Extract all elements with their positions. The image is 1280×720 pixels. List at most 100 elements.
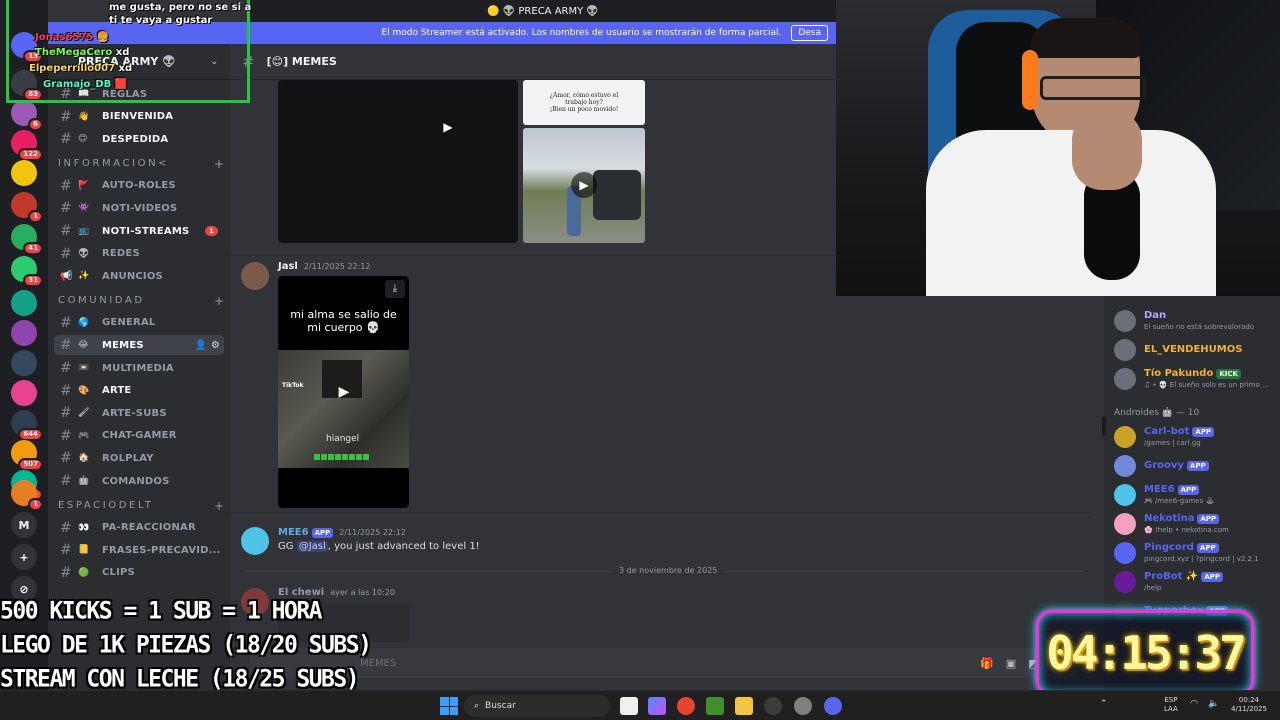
channel-item[interactable]: # 🚩 AUTO-ROLES bbox=[54, 176, 224, 196]
member-item[interactable]: Groovy APP bbox=[1114, 453, 1278, 479]
app-badge: APP bbox=[1196, 543, 1219, 553]
server-icon[interactable]: + bbox=[11, 544, 37, 570]
plus-icon[interactable]: + bbox=[214, 499, 224, 513]
channel-item[interactable]: # 🎨 ARTE bbox=[54, 381, 224, 401]
settings-icon[interactable] bbox=[764, 697, 782, 715]
server-icon[interactable]: 1 bbox=[11, 480, 43, 511]
channel-item[interactable]: # 👋 BIENVENIDA bbox=[54, 107, 224, 127]
avatar[interactable] bbox=[241, 527, 269, 555]
copilot-icon[interactable] bbox=[648, 697, 666, 715]
channel-item[interactable]: # 👾 NOTI-VIDEOS bbox=[54, 198, 224, 218]
channel-item[interactable]: # 📺 NOTI-STREAMS 1 bbox=[54, 221, 224, 241]
channel-item[interactable]: # 🌎 GENERAL bbox=[54, 313, 224, 333]
scrollbar-thumb[interactable] bbox=[1102, 416, 1106, 436]
task-view-icon[interactable] bbox=[620, 697, 638, 715]
channel-item[interactable]: # 🤖 COMANDOS bbox=[54, 471, 224, 491]
hash-icon: # bbox=[60, 427, 72, 444]
server-icon[interactable] bbox=[11, 290, 37, 316]
category-label: INFORMACION< bbox=[58, 158, 170, 170]
channel-item[interactable]: # 👽 REDES bbox=[54, 244, 224, 264]
channel-emoji: 👽 bbox=[78, 248, 90, 259]
tiktok-video-attachment[interactable]: ⤓ mi alma se salio de mi cuerpo 💀 TikTok… bbox=[278, 276, 409, 508]
server-icon[interactable] bbox=[11, 160, 37, 186]
server-icon[interactable] bbox=[11, 320, 37, 346]
channel-name: NOTI-VIDEOS bbox=[102, 202, 178, 214]
play-icon[interactable]: ▶ bbox=[571, 172, 597, 198]
overlay-chat-line: me gusta, pero no se si a bbox=[109, 2, 251, 13]
channel-item[interactable]: # 😂 MEMES 👤 ⚙ bbox=[54, 335, 224, 356]
avatar[interactable] bbox=[241, 262, 269, 290]
channel-name: ARTE-SUBS bbox=[102, 407, 167, 419]
channel-emoji: 👀 bbox=[78, 522, 90, 533]
member-item[interactable]: Tío Pakundo KICK ♫ • 💀 El sueño solo es un… bbox=[1114, 366, 1278, 392]
plus-icon[interactable]: + bbox=[214, 294, 224, 308]
channel-item[interactable]: # 😊 DESPEDIDA bbox=[54, 129, 224, 149]
user-mention[interactable]: @Jasl bbox=[296, 541, 328, 552]
plus-icon[interactable]: + bbox=[214, 157, 224, 171]
server-icon[interactable]: 507 bbox=[11, 440, 43, 471]
disable-streamer-mode-button[interactable]: Desa bbox=[791, 25, 828, 41]
member-item[interactable]: ProBot ✨ APP/help bbox=[1114, 569, 1278, 595]
channel-category[interactable]: COMUNIDAD + bbox=[58, 293, 224, 309]
download-icon[interactable]: ⤓ bbox=[385, 280, 405, 298]
channel-item[interactable]: # 🟢 CLIPS bbox=[54, 563, 224, 583]
channel-item[interactable]: # 👀 PA-REACCIONAR bbox=[54, 518, 224, 538]
obs-icon[interactable] bbox=[794, 697, 812, 715]
server-icon[interactable]: 6 bbox=[11, 100, 43, 131]
server-icon[interactable]: 644 bbox=[11, 410, 43, 441]
server-icon[interactable]: 122 bbox=[11, 130, 43, 161]
discord-icon[interactable] bbox=[824, 697, 842, 715]
app-badge: APP bbox=[1186, 461, 1209, 471]
overlay-chat-text: xd bbox=[118, 63, 133, 74]
server-icon[interactable]: 41 bbox=[11, 224, 43, 255]
server-icon[interactable] bbox=[11, 380, 37, 406]
play-icon[interactable]: ▶ bbox=[435, 114, 461, 140]
member-name: Nekotina APP bbox=[1144, 513, 1220, 524]
overlay-chat-line: ti te vaya a gustar bbox=[109, 15, 212, 26]
file-explorer-icon[interactable] bbox=[735, 697, 753, 715]
tray-chevron-icon[interactable]: ⌃ bbox=[1100, 700, 1108, 709]
channel-category[interactable]: ESPACIODELT + bbox=[58, 498, 224, 514]
minecraft-scene bbox=[278, 350, 409, 468]
channel-item[interactable]: 📢 ✨ ANUNCIOS bbox=[54, 266, 224, 286]
channel-category[interactable]: INFORMACION< + bbox=[58, 156, 224, 172]
member-item[interactable]: Carl-bot APP/games | carl.gg bbox=[1114, 424, 1278, 450]
glasses bbox=[1040, 76, 1146, 100]
channel-item[interactable]: # 📼 MULTIMEDIA bbox=[54, 358, 224, 378]
minecraft-icon[interactable] bbox=[706, 697, 724, 715]
video-attachment[interactable]: ▶ bbox=[523, 128, 645, 243]
server-icon[interactable]: M bbox=[11, 512, 37, 538]
taskbar-clock[interactable]: 00:24 4/11/2025 bbox=[1228, 696, 1270, 714]
volume-icon[interactable]: 🔈 bbox=[1208, 700, 1219, 709]
member-item[interactable]: Dan El sueño no está sobrevalorado bbox=[1114, 308, 1278, 334]
gif-icon[interactable]: ▣ bbox=[1006, 657, 1016, 670]
server-icon[interactable]: 1 bbox=[11, 192, 43, 223]
wifi-icon[interactable]: ◠ bbox=[1190, 700, 1198, 709]
member-status: ♫ • 💀 El sueño solo es un primo ... bbox=[1144, 381, 1269, 389]
message-author[interactable]: Jasl 2/11/2025 22:12 bbox=[278, 261, 370, 272]
channel-item[interactable]: # 🎮 CHAT-GAMER bbox=[54, 426, 224, 446]
channel-name: ARTE bbox=[102, 385, 132, 397]
channel-settings-icon[interactable]: 👤 ⚙ bbox=[195, 340, 221, 351]
member-status: 🌸 !help • nekotina.com bbox=[1144, 526, 1229, 534]
windows-start-icon[interactable] bbox=[440, 697, 458, 715]
stream-goal: LEGO DE 1K PIEZAS (18/20 SUBS) bbox=[0, 631, 372, 659]
channel-item[interactable]: # 🖌 ARTE-SUBS bbox=[54, 403, 224, 423]
image-attachment[interactable]: ¿Amor, cómo estuvo el trabajo hoy? ¡Bien… bbox=[523, 80, 645, 125]
member-item[interactable]: Nekotina APP 🌸 !help • nekotina.com bbox=[1114, 511, 1278, 537]
member-item[interactable]: Pingcord APP pingcord.xyz | ?pingcord | v2… bbox=[1114, 540, 1278, 566]
video-attachment[interactable]: ▶ bbox=[278, 80, 518, 243]
server-icon[interactable]: 31 bbox=[11, 256, 43, 287]
channel-item[interactable]: # 📒 FRASES-PRECAVID... bbox=[54, 540, 224, 560]
message-composer[interactable]: MEMES 🎁 ▣ ◩ ☺ bbox=[250, 648, 1076, 678]
chrome-icon[interactable] bbox=[677, 697, 695, 715]
keyboard-language[interactable]: ESP LAA bbox=[1164, 696, 1178, 714]
play-icon[interactable]: ▶ bbox=[331, 379, 357, 405]
taskbar-search[interactable]: ⌕ Buscar bbox=[464, 695, 610, 717]
channel-item[interactable]: # 🏠 ROLPLAY bbox=[54, 448, 224, 468]
gift-icon[interactable]: 🎁 bbox=[980, 657, 994, 670]
member-item[interactable]: EL_VENDEHUMOS bbox=[1114, 337, 1278, 363]
member-item[interactable]: MEE6 APP 🎮 /mee6-games 🕹 bbox=[1114, 482, 1278, 508]
server-icon[interactable] bbox=[11, 350, 37, 376]
message-author[interactable]: MEE6 APP 2/11/2025 22:12 bbox=[278, 527, 406, 538]
